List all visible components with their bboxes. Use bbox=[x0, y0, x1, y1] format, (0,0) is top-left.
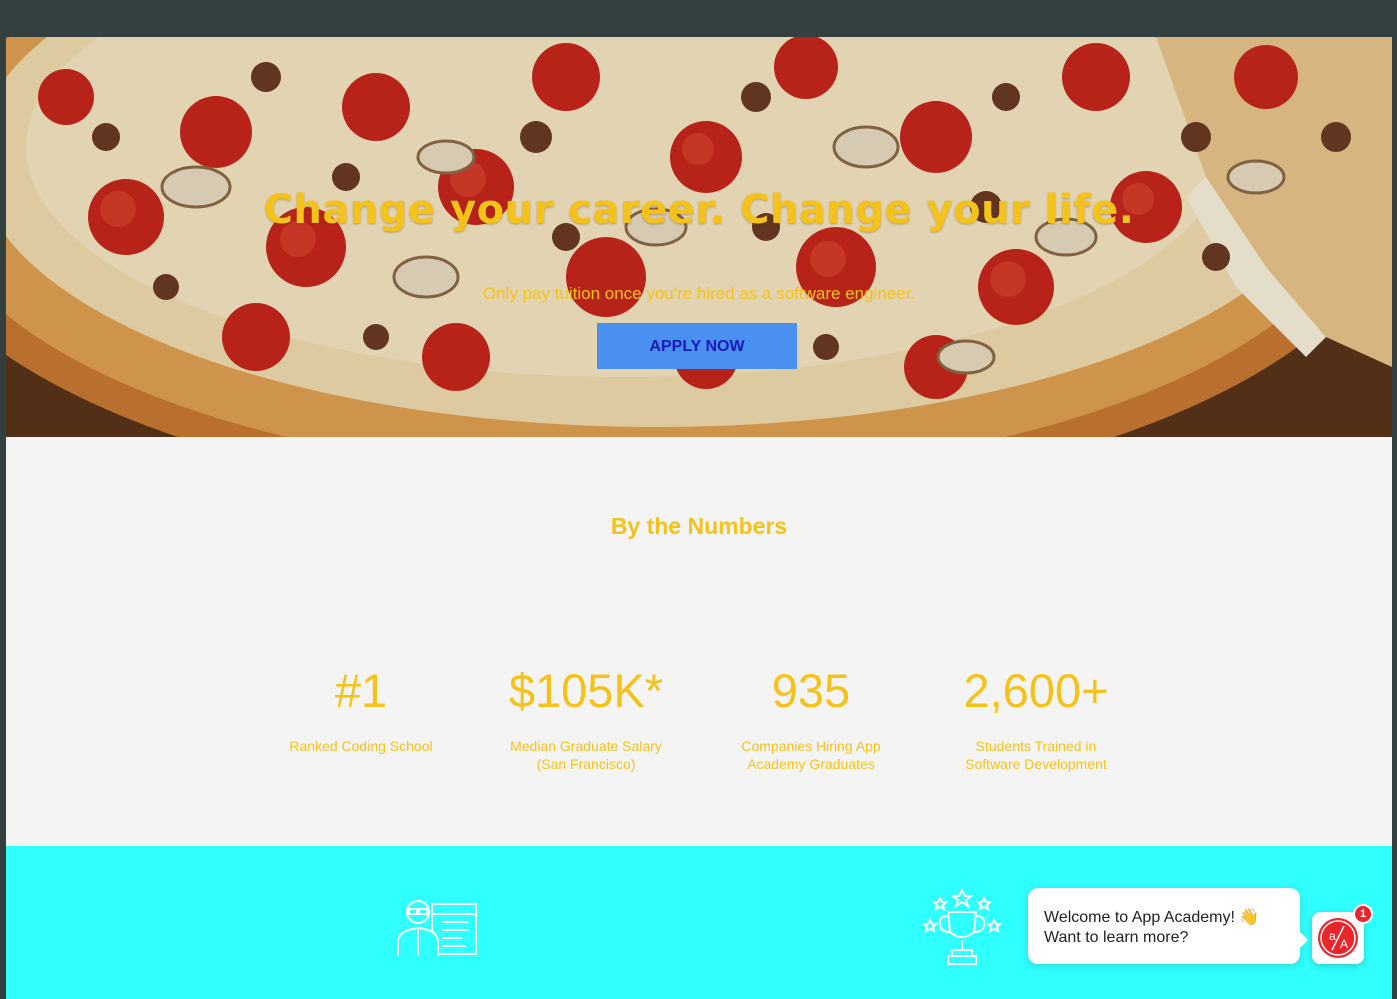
chat-notification-badge: 1 bbox=[1353, 904, 1373, 924]
page: Change your career. Change your life. On… bbox=[6, 37, 1392, 999]
svg-text:A: A bbox=[1340, 937, 1348, 951]
chat-prompt-line: Want to learn more? bbox=[1044, 929, 1189, 946]
stat-label: Students Trained in Software Development bbox=[965, 738, 1107, 772]
instructor-icon bbox=[397, 900, 477, 956]
section-title: By the Numbers bbox=[610, 513, 788, 539]
trophy-icon bbox=[922, 888, 1002, 965]
stat-label: Ranked Coding School bbox=[289, 738, 433, 754]
hero-subtitle: Only pay tuition once you're hired as a … bbox=[482, 284, 916, 303]
apply-now-button[interactable]: APPLY NOW bbox=[597, 323, 797, 369]
stat-label: Median Graduate Salary (San Francisco) bbox=[510, 738, 662, 772]
stat-companies: 935 Companies Hiring App Academy Graduat… bbox=[711, 663, 911, 773]
chat-welcome-line: Welcome to App Academy! 👋 bbox=[1044, 909, 1260, 926]
chat-welcome-bubble[interactable]: Welcome to App Academy! 👋 Want to learn … bbox=[1028, 888, 1308, 964]
hero-title: Change your career. Change your life. bbox=[263, 187, 1135, 233]
stat-label: Companies Hiring App Academy Graduates bbox=[741, 738, 881, 772]
svg-text:a: a bbox=[1329, 929, 1336, 943]
stat-value: 935 bbox=[771, 664, 851, 717]
stat-value: #1 bbox=[334, 664, 388, 717]
stat-value: 2,600+ bbox=[963, 664, 1109, 717]
stat-ranking: #1 Ranked Coding School bbox=[261, 663, 461, 755]
by-the-numbers-section: By the Numbers #1 Ranked Coding School $… bbox=[6, 437, 1392, 846]
stat-students: 2,600+ Students Trained in Software Deve… bbox=[936, 663, 1136, 773]
stat-salary: $105K* Median Graduate Salary (San Franc… bbox=[486, 663, 686, 773]
hero-section: Change your career. Change your life. On… bbox=[6, 37, 1392, 437]
stat-value: $105K* bbox=[508, 664, 664, 717]
pizza-background-image bbox=[6, 37, 1392, 437]
